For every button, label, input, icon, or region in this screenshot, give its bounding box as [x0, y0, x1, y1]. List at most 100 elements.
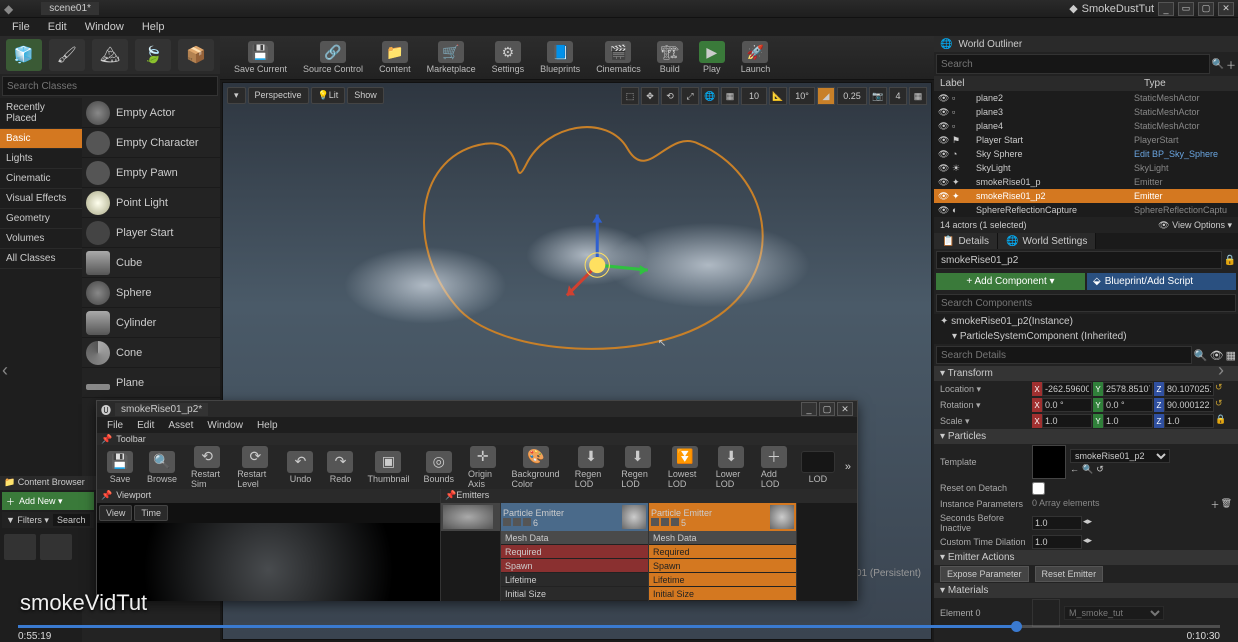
- vp-surfacesnap-icon[interactable]: ▦: [721, 87, 739, 105]
- cascade-minimize-button[interactable]: _: [801, 402, 817, 416]
- spinner-icon[interactable]: ◂▸: [1083, 516, 1092, 530]
- tb-build[interactable]: 🏗Build: [653, 39, 687, 76]
- ctb-save[interactable]: 💾Save: [103, 449, 137, 486]
- vp-coord-icon[interactable]: 🌐: [701, 87, 719, 105]
- template-dropdown[interactable]: smokeRise01_p2: [1070, 449, 1170, 463]
- cascade-menu-asset[interactable]: Asset: [162, 419, 199, 432]
- folder-tile[interactable]: [40, 534, 72, 560]
- tb-settings[interactable]: ⚙Settings: [488, 39, 529, 76]
- ctb-browse[interactable]: 🔍Browse: [143, 449, 181, 486]
- outliner-row[interactable]: 👁◐SphereReflectionCaptureSphereReflectio…: [934, 203, 1238, 217]
- emitter-header-2[interactable]: Particle Emitter5: [649, 503, 796, 531]
- actor-name-input[interactable]: [936, 251, 1222, 269]
- video-progress-bar[interactable]: [18, 625, 1220, 628]
- search-icon[interactable]: 🔍: [1194, 349, 1208, 362]
- emitter-thumb-icon[interactable]: [443, 505, 493, 529]
- cascade-menu-window[interactable]: Window: [201, 419, 249, 432]
- eye-icon[interactable]: 👁: [938, 163, 952, 174]
- actor-sphere[interactable]: Sphere: [82, 278, 220, 308]
- rot-y-input[interactable]: [1103, 398, 1153, 412]
- ctb-addlod[interactable]: ＋Add LOD: [757, 445, 791, 489]
- eye-icon[interactable]: 👁: [938, 107, 952, 118]
- outliner-search-icon[interactable]: 🔍: [1212, 59, 1224, 70]
- module-lifetime[interactable]: Lifetime: [501, 573, 648, 587]
- mode-geometry-icon[interactable]: 📦: [178, 39, 214, 71]
- ctb-lowestlod[interactable]: ⏬Lowest LOD: [664, 445, 706, 489]
- blueprint-script-button[interactable]: ⬙Blueprint/Add Script: [1087, 273, 1236, 290]
- vp-max-icon[interactable]: ▦: [909, 87, 927, 105]
- eye-icon[interactable]: 👁: [938, 93, 952, 104]
- search-components-input[interactable]: [936, 294, 1236, 312]
- pin-icon[interactable]: 📌: [101, 434, 112, 445]
- module-mesh-data[interactable]: Mesh Data: [501, 531, 648, 545]
- expose-parameter-button[interactable]: Expose Parameter: [940, 566, 1029, 582]
- minimize-button[interactable]: _: [1158, 2, 1174, 16]
- search-classes-input[interactable]: [2, 76, 218, 96]
- tb-cinematics[interactable]: 🎬Cinematics: [592, 39, 645, 76]
- tab-world-settings[interactable]: 🌐World Settings: [998, 233, 1096, 249]
- add-array-icon[interactable]: ＋: [1211, 498, 1220, 511]
- menu-file[interactable]: File: [4, 19, 38, 35]
- ctb-lowerlod[interactable]: ⬇Lower LOD: [712, 445, 751, 489]
- outliner-row[interactable]: 👁▫plane4StaticMeshActor: [934, 119, 1238, 133]
- lock-scale-icon[interactable]: 🔒: [1215, 414, 1226, 428]
- emitter-header-1[interactable]: Particle Emitter6: [501, 503, 648, 531]
- menu-window[interactable]: Window: [77, 19, 132, 35]
- vp-select-icon[interactable]: ⬚: [621, 87, 639, 105]
- vp-lit[interactable]: 💡Lit: [311, 87, 346, 104]
- scale-z-input[interactable]: [1164, 414, 1214, 428]
- actor-empty-character[interactable]: Empty Character: [82, 128, 220, 158]
- ctb-regenlod2[interactable]: ⬇Regen LOD: [617, 445, 658, 489]
- ctb-thumbnail[interactable]: ▣Thumbnail: [363, 449, 413, 486]
- cat-recent[interactable]: Recently Placed: [0, 98, 82, 129]
- mode-paint-icon[interactable]: 🖌: [49, 39, 85, 71]
- cat-geometry[interactable]: Geometry: [0, 209, 82, 229]
- mode-landscape-icon[interactable]: 🏔: [92, 39, 128, 71]
- cascade-viewport-tab[interactable]: 📌Viewport: [97, 489, 440, 503]
- scale-x-input[interactable]: [1042, 414, 1092, 428]
- reset-emitter-button[interactable]: Reset Emitter: [1035, 566, 1104, 582]
- tb-launch[interactable]: 🚀Launch: [737, 39, 775, 76]
- actor-cube[interactable]: Cube: [82, 248, 220, 278]
- rot-x-input[interactable]: [1042, 398, 1092, 412]
- cascade-emitters-tab[interactable]: 📌Emitters: [441, 489, 857, 503]
- eye-icon[interactable]: 👁: [938, 205, 952, 216]
- cat-basic[interactable]: Basic: [0, 129, 82, 149]
- outliner-row-selected[interactable]: 👁✦smokeRise01_p2Emitter: [934, 189, 1238, 203]
- module-mesh-data[interactable]: Mesh Data: [649, 531, 796, 545]
- module-spawn[interactable]: Spawn: [501, 559, 648, 573]
- mode-place-icon[interactable]: 🧊: [6, 39, 42, 71]
- add-new-button[interactable]: ＋Add New ▾: [2, 492, 94, 510]
- cascade-menu-file[interactable]: File: [101, 419, 129, 432]
- cat-lights[interactable]: Lights: [0, 149, 82, 169]
- loc-y-input[interactable]: [1103, 382, 1153, 396]
- tb-source-control[interactable]: 🔗Source Control: [299, 39, 367, 76]
- clear-array-icon[interactable]: 🗑: [1221, 498, 1232, 511]
- rot-z-input[interactable]: [1164, 398, 1214, 412]
- folder-tile[interactable]: [4, 534, 36, 560]
- actor-player-start[interactable]: Player Start: [82, 218, 220, 248]
- spinner-icon[interactable]: ◂▸: [1083, 535, 1092, 549]
- scene-tab[interactable]: scene01*: [41, 2, 99, 15]
- cascade-window[interactable]: 🅤 smokeRise01_p2* _ ▢ ✕ File Edit Asset …: [96, 400, 858, 600]
- reset-icon[interactable]: ↺: [1215, 382, 1223, 396]
- outliner-row[interactable]: 👁▫plane3StaticMeshActor: [934, 105, 1238, 119]
- vp-dropdown[interactable]: ▾: [227, 87, 246, 104]
- cascade-preview[interactable]: [97, 523, 440, 601]
- tb-play[interactable]: ▶Play: [695, 39, 729, 76]
- outliner-search-input[interactable]: [936, 54, 1210, 74]
- eye-icon[interactable]: 👁: [938, 177, 952, 188]
- prev-arrow-icon[interactable]: ‹: [2, 360, 20, 384]
- vp-angle-icon[interactable]: 📐: [769, 87, 787, 105]
- cascade-titlebar[interactable]: 🅤 smokeRise01_p2* _ ▢ ✕: [97, 401, 857, 417]
- menu-help[interactable]: Help: [134, 19, 173, 35]
- reset-icon[interactable]: ↺: [1215, 398, 1223, 412]
- vp-perspective[interactable]: Perspective: [248, 87, 309, 104]
- time-dilation-input[interactable]: [1032, 535, 1082, 549]
- view-options-dropdown[interactable]: 👁 View Options ▾: [1158, 220, 1232, 231]
- ctb-redo[interactable]: ↷Redo: [323, 449, 357, 486]
- vp-scale-icon[interactable]: ⤢: [681, 87, 699, 105]
- template-thumb[interactable]: [1032, 445, 1066, 479]
- component-instance[interactable]: ✦ smokeRise01_p2(Instance): [934, 314, 1238, 329]
- vp-scalesnap-value[interactable]: 0.25: [837, 87, 867, 105]
